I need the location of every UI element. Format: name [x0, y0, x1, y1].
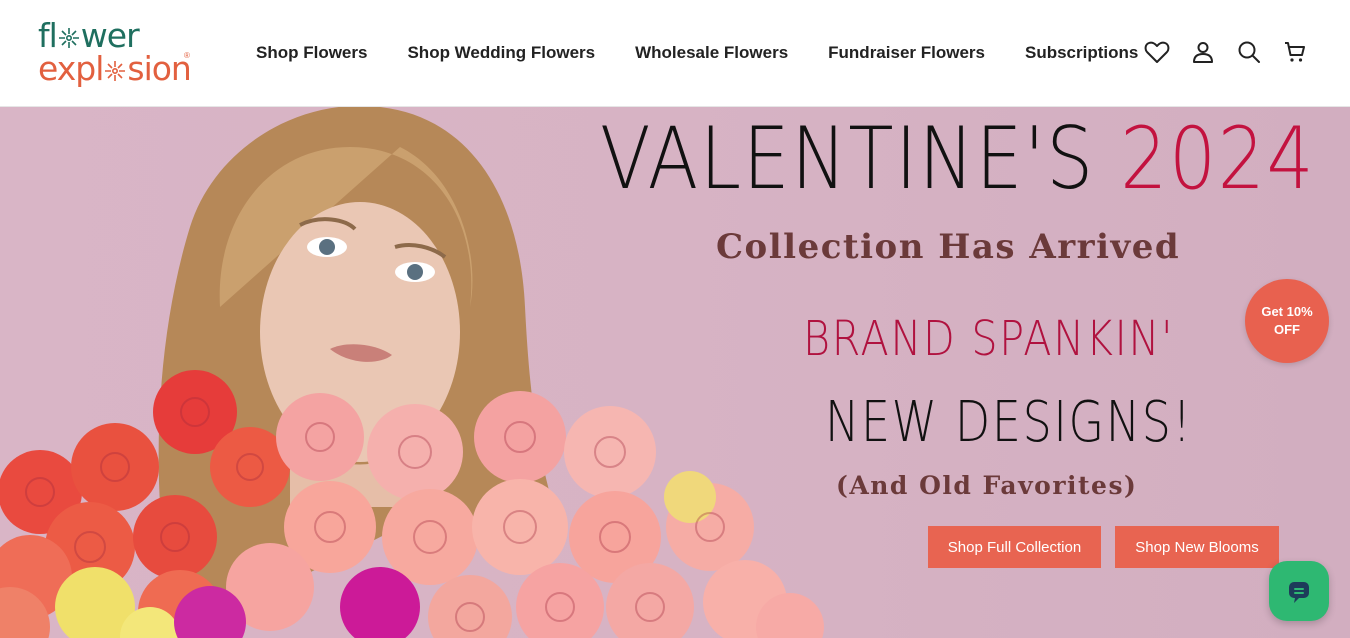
- hero-new-designs: NEW DESIGNS!: [825, 390, 1193, 455]
- hero-subtitle: Collection Has Arrived: [716, 227, 1181, 267]
- logo-text-explosion: expl sion: [38, 49, 192, 88]
- discount-line1: Get 10%: [1261, 304, 1313, 319]
- site-header: fl wer expl sion ® Shop Flowers Shop Weddi…: [0, 0, 1350, 107]
- discount-popup-badge[interactable]: Get 10% OFF: [1245, 279, 1329, 363]
- header-icons: [1144, 38, 1308, 66]
- chat-launcher-button[interactable]: [1269, 561, 1329, 621]
- nav-wholesale-flowers[interactable]: Wholesale Flowers: [635, 43, 788, 63]
- hero-old-favorites: (And Old Favorites): [836, 471, 1138, 500]
- main-nav: Shop Flowers Shop Wedding Flowers Wholes…: [256, 43, 1178, 63]
- logo-flower-icon-2: [105, 60, 126, 81]
- account-icon: [1193, 42, 1213, 63]
- search-icon: [1238, 41, 1260, 63]
- chat-bubble-icon: [1289, 582, 1309, 603]
- logo-flower-icon: [58, 27, 79, 48]
- hero-title: VALENTINE'S 2024: [600, 109, 1314, 209]
- cart-icon: [1285, 42, 1305, 62]
- hero-brand-spankin: BRAND SPANKIN': [803, 311, 1175, 367]
- search-button[interactable]: [1236, 38, 1262, 66]
- flower-explosion-logo[interactable]: fl wer expl sion ®: [38, 16, 198, 92]
- hero-title-text: VALENTINE'S: [600, 109, 1121, 209]
- hero-title-year: 2024: [1120, 109, 1316, 209]
- nav-shop-flowers[interactable]: Shop Flowers: [256, 43, 367, 63]
- heart-icon: [1144, 41, 1170, 63]
- hero-banner: VALENTINE'S 2024 Collection Has Arrived …: [0, 107, 1350, 638]
- nav-shop-wedding-flowers[interactable]: Shop Wedding Flowers: [407, 43, 595, 63]
- cart-button[interactable]: [1282, 38, 1308, 66]
- wishlist-button[interactable]: [1144, 38, 1170, 66]
- account-button[interactable]: [1190, 38, 1216, 66]
- shop-new-blooms-button[interactable]: Shop New Blooms: [1115, 526, 1279, 568]
- discount-line2: OFF: [1274, 322, 1300, 337]
- registered-mark: ®: [184, 51, 190, 60]
- nav-fundraiser-flowers[interactable]: Fundraiser Flowers: [828, 43, 985, 63]
- nav-subscriptions[interactable]: Subscriptions: [1025, 43, 1138, 63]
- shop-full-collection-button[interactable]: Shop Full Collection: [928, 526, 1101, 568]
